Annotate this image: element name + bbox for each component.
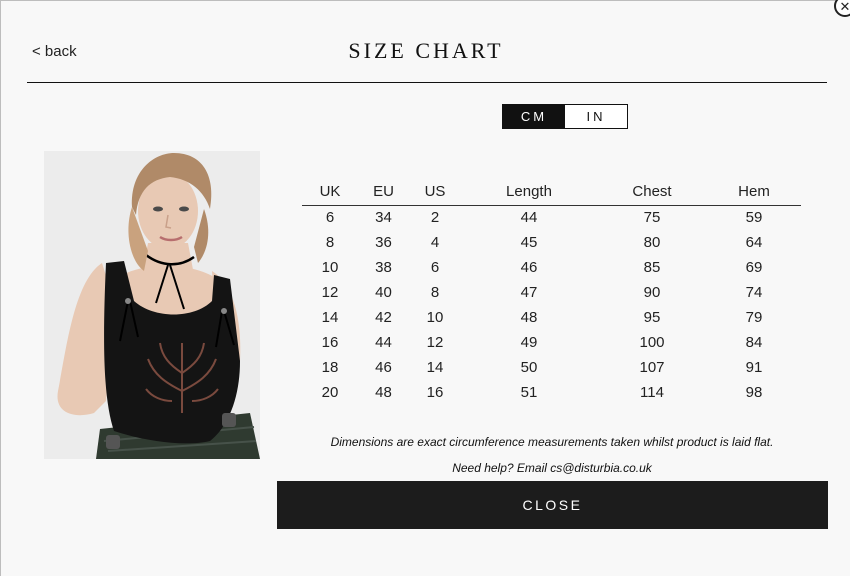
unit-in-button[interactable]: IN bbox=[565, 105, 627, 128]
cell-us: 12 bbox=[426, 334, 444, 351]
table-row: 14 42 10 48 95 79 bbox=[302, 305, 801, 330]
model-illustration bbox=[44, 151, 260, 459]
cell-us: 6 bbox=[430, 259, 440, 276]
cell-eu: 46 bbox=[375, 359, 392, 376]
cell-length: 48 bbox=[520, 309, 538, 326]
cell-chest: 95 bbox=[643, 309, 661, 326]
measurement-note: Dimensions are exact circumference measu… bbox=[330, 435, 774, 449]
table-row: 12 40 8 47 90 74 bbox=[302, 280, 801, 305]
cell-length: 51 bbox=[520, 384, 538, 401]
cell-hem: 98 bbox=[745, 384, 763, 401]
cell-length: 44 bbox=[520, 209, 538, 227]
close-icon[interactable]: ✕ bbox=[834, 0, 850, 17]
cell-us: 16 bbox=[426, 384, 444, 401]
table-row: 20 48 16 51 114 98 bbox=[302, 380, 801, 405]
cell-chest: 107 bbox=[639, 359, 665, 376]
header-hem: Hem bbox=[707, 179, 801, 206]
cell-chest: 114 bbox=[640, 384, 664, 401]
cell-hem: 69 bbox=[745, 259, 763, 276]
help-contact-text: Need help? Email cs@disturbia.co.uk bbox=[452, 461, 652, 475]
page-title: SIZE CHART bbox=[348, 38, 504, 63]
unit-cm-button[interactable]: CM bbox=[503, 105, 565, 128]
cell-eu: 44 bbox=[375, 334, 392, 351]
table-row: 8 36 4 45 80 64 bbox=[302, 230, 801, 255]
unit-toggle: CM IN bbox=[502, 104, 628, 129]
cell-chest: 100 bbox=[639, 334, 665, 351]
product-image bbox=[44, 151, 260, 459]
close-button[interactable]: CLOSE bbox=[277, 481, 828, 529]
cell-length: 45 bbox=[520, 234, 538, 251]
cell-chest: 75 bbox=[643, 209, 661, 227]
cell-hem: 74 bbox=[745, 284, 763, 301]
cell-us: 4 bbox=[430, 234, 440, 251]
cell-chest: 80 bbox=[643, 234, 661, 251]
cell-hem: 64 bbox=[745, 234, 763, 251]
cell-us: 8 bbox=[430, 284, 440, 301]
cell-uk: 20 bbox=[321, 384, 339, 401]
header-us: US bbox=[409, 179, 461, 206]
cell-eu: 36 bbox=[375, 234, 392, 251]
size-table: UK EU US Length Chest Hem 6 34 2 44 75 5… bbox=[302, 179, 801, 405]
cell-uk: 6 bbox=[325, 209, 335, 227]
cell-length: 50 bbox=[520, 359, 538, 376]
cell-length: 47 bbox=[520, 284, 538, 301]
cell-uk: 14 bbox=[321, 309, 339, 326]
cell-chest: 90 bbox=[643, 284, 661, 301]
header-uk: UK bbox=[302, 179, 358, 206]
size-chart-modal: ✕ < back SIZE CHART CM IN UK EU US Lengt… bbox=[0, 0, 850, 576]
cell-chest: 85 bbox=[643, 259, 661, 276]
cell-uk: 8 bbox=[325, 234, 335, 251]
cell-uk: 18 bbox=[321, 359, 339, 376]
cell-uk: 12 bbox=[321, 284, 339, 301]
cell-eu: 38 bbox=[375, 259, 392, 276]
cell-uk: 16 bbox=[321, 334, 339, 351]
cell-us: 14 bbox=[426, 359, 444, 376]
header-divider bbox=[27, 82, 827, 83]
cell-uk: 10 bbox=[321, 259, 339, 276]
header-eu: EU bbox=[358, 179, 409, 206]
cell-length: 46 bbox=[520, 259, 538, 276]
cell-hem: 79 bbox=[745, 309, 763, 326]
cell-us: 10 bbox=[426, 309, 444, 326]
cell-hem: 84 bbox=[745, 334, 763, 351]
table-row: 16 44 12 49 100 84 bbox=[302, 330, 801, 355]
cell-hem: 59 bbox=[745, 209, 763, 227]
header-length: Length bbox=[461, 179, 597, 206]
table-row: 6 34 2 44 75 59 bbox=[302, 205, 801, 230]
cell-eu: 48 bbox=[375, 384, 392, 401]
cell-eu: 34 bbox=[375, 209, 392, 227]
table-row: 10 38 6 46 85 69 bbox=[302, 255, 801, 280]
table-header-row: UK EU US Length Chest Hem bbox=[302, 179, 801, 206]
cell-eu: 40 bbox=[375, 284, 392, 301]
cell-eu: 42 bbox=[375, 309, 392, 326]
table-row: 18 46 14 50 107 91 bbox=[302, 355, 801, 380]
header-chest: Chest bbox=[597, 179, 707, 206]
cell-hem: 91 bbox=[745, 359, 763, 376]
cell-length: 49 bbox=[520, 334, 538, 351]
cell-us: 2 bbox=[430, 209, 440, 227]
